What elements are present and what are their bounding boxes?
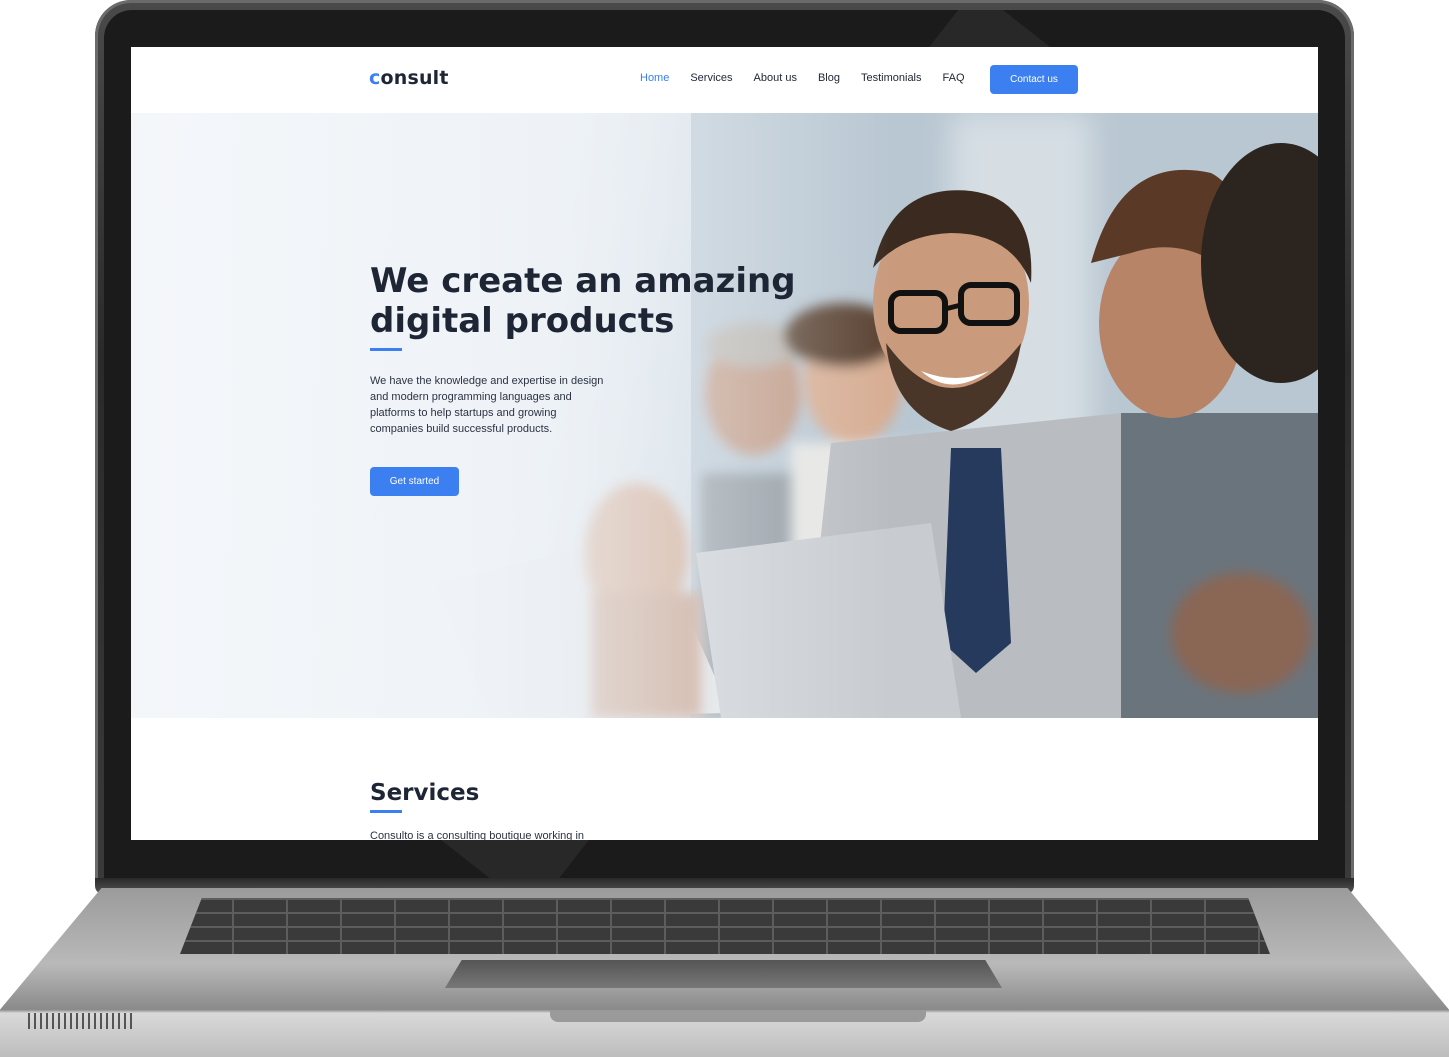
site-logo[interactable]: consult <box>369 67 449 89</box>
laptop-front-lip <box>550 1010 926 1022</box>
hero-accent-line <box>370 348 402 351</box>
top-navbar: consult Home Services About us Blog Test… <box>131 47 1318 113</box>
contact-us-button[interactable]: Contact us <box>990 65 1078 94</box>
laptop-keyboard <box>180 898 1270 954</box>
hero-description: We have the knowledge and expertise in d… <box>370 375 604 435</box>
logo-first-letter: c <box>369 67 381 89</box>
keyboard-keys <box>180 898 1270 954</box>
laptop-trackpad <box>445 960 1002 988</box>
nav-item-testimonials[interactable]: Testimonials <box>861 72 922 84</box>
hero-headline: We create an amazing digital products <box>370 261 796 341</box>
nav-links: Home Services About us Blog Testimonials… <box>640 72 986 84</box>
side-vent <box>28 1013 132 1029</box>
nav-item-blog[interactable]: Blog <box>818 72 840 84</box>
nav-item-home[interactable]: Home <box>640 72 669 84</box>
laptop-mockup: consult Home Services About us Blog Test… <box>0 0 1449 1057</box>
services-intro: Consulto is a consulting boutique workin… <box>370 830 585 840</box>
website-screen: consult Home Services About us Blog Test… <box>131 47 1318 840</box>
nav-item-faq[interactable]: FAQ <box>943 72 965 84</box>
nav-item-about-us[interactable]: About us <box>754 72 797 84</box>
services-accent-line <box>370 810 402 813</box>
hero-section: We create an amazing digital products We… <box>131 113 1318 718</box>
services-heading: Services <box>370 780 480 806</box>
get-started-button[interactable]: Get started <box>370 467 459 496</box>
logo-rest: onsult <box>380 67 449 89</box>
nav-item-services[interactable]: Services <box>690 72 732 84</box>
